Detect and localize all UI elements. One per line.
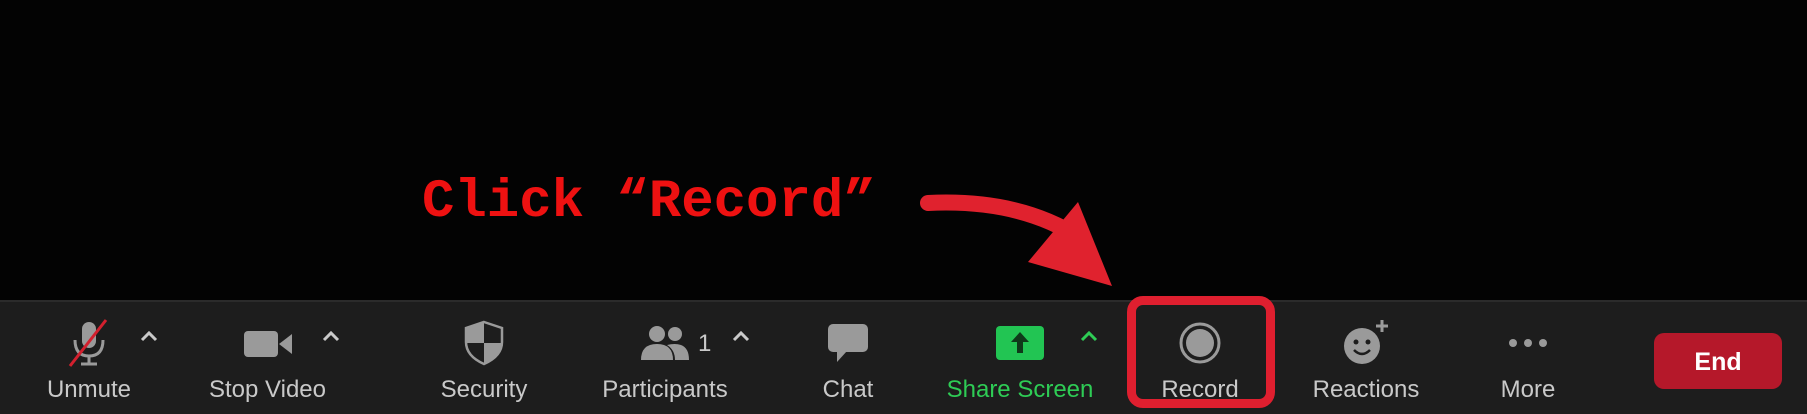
chevron-up-icon xyxy=(732,329,750,347)
share-options-button[interactable] xyxy=(1080,300,1110,414)
chat-button[interactable]: Chat xyxy=(800,300,896,414)
more-dots-icon xyxy=(1503,318,1553,373)
share-screen-label: Share Screen xyxy=(946,376,1094,403)
participants-options-button[interactable] xyxy=(732,300,762,414)
shield-icon xyxy=(459,318,509,373)
chevron-up-icon xyxy=(140,329,158,347)
more-label: More xyxy=(1500,376,1556,403)
chat-label: Chat xyxy=(822,376,874,403)
chat-bubble-icon xyxy=(823,318,873,373)
end-meeting-button[interactable]: End xyxy=(1654,333,1782,389)
reactions-label: Reactions xyxy=(1312,376,1420,403)
reactions-button[interactable]: Reactions xyxy=(1300,300,1432,414)
stop-video-button[interactable]: Stop Video xyxy=(195,300,340,414)
stop-video-label: Stop Video xyxy=(209,376,326,403)
chevron-up-icon xyxy=(322,329,340,347)
unmute-label: Unmute xyxy=(46,376,132,403)
participants-label: Participants xyxy=(602,376,728,403)
video-camera-icon xyxy=(240,318,296,373)
record-highlight-box xyxy=(1127,296,1275,408)
chevron-up-icon xyxy=(1080,329,1098,347)
more-button[interactable]: More xyxy=(1480,300,1576,414)
annotation-text: Click “Record” xyxy=(422,172,876,233)
microphone-muted-icon xyxy=(64,318,114,373)
audio-options-button[interactable] xyxy=(140,300,170,414)
security-label: Security xyxy=(440,376,528,403)
security-button[interactable]: Security xyxy=(425,300,543,414)
reactions-smiley-icon xyxy=(1338,318,1394,373)
participants-button[interactable]: 1 Participants xyxy=(590,300,740,414)
share-screen-arrow-icon xyxy=(994,318,1046,369)
unmute-button[interactable]: Unmute xyxy=(30,300,148,414)
video-options-button[interactable] xyxy=(322,300,352,414)
participants-count: 1 xyxy=(698,330,712,357)
participants-icon xyxy=(637,318,693,373)
share-screen-button[interactable]: Share Screen xyxy=(940,300,1100,414)
